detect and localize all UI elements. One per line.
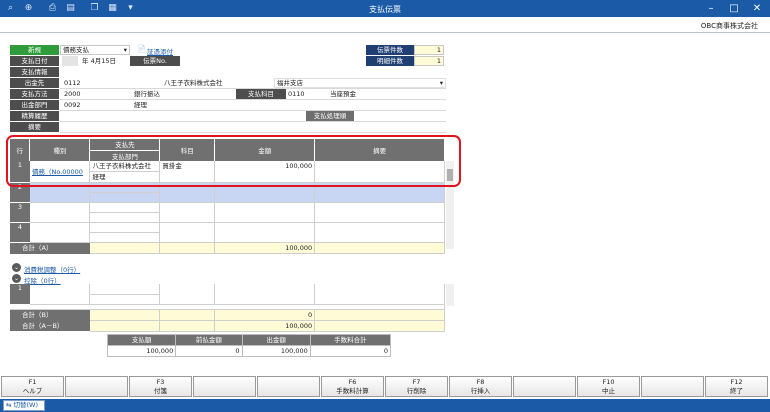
detail-count: 1 [414,56,444,66]
maximize-icon[interactable]: □ [723,1,745,16]
payee-label: 出金先 [10,78,59,88]
title-bar: ⌕ ⊕ ⎙ ▤ ❐ ▦ ▾ 支払伝票 – □ ✕ [0,0,770,17]
total-b-label: 合計（B） [10,309,90,320]
summary-value: 0 [309,345,392,357]
total-ab-label: 合計（A－B） [10,320,90,331]
total-ab-value: 100,000 [214,320,316,332]
expand-icon[interactable]: ⌄ [12,263,21,272]
process-order-button[interactable]: 支払処理順 [306,111,354,121]
attach-link[interactable]: 証憑添付 [147,46,173,56]
table-row[interactable]: 3 [10,202,445,223]
summary-header: 出金額 [241,334,311,346]
settle-history-label: 精算履歴 [10,111,59,121]
f8-button[interactable]: F8 行挿入 [449,376,512,397]
new-label: 新規 [10,45,59,55]
f1-button[interactable]: F1 ヘルプ [1,376,64,397]
total-b-value: 0 [214,309,316,321]
era-field[interactable] [62,56,78,66]
status-bar: ⇆ 切替(W) [0,399,770,412]
switch-button[interactable]: ⇆ 切替(W) [3,400,45,411]
highlight-frame [6,135,461,187]
summary-header: 前払金額 [175,334,243,346]
memo-label: 摘要 [10,122,59,132]
table-row[interactable]: 1 [10,284,445,305]
pay-date-label: 支払日付 [10,56,59,66]
company-name: OBC商事株式会社 [700,22,758,30]
pay-date-field[interactable]: 年 4月15日 [80,56,116,66]
f9-button[interactable] [513,376,576,397]
table-row[interactable]: 4 [10,222,445,243]
total-a-value: 100,000 [214,242,316,254]
detail-count-label: 明細件数 [366,56,414,66]
pay-info-label: 支払情報 [10,67,59,77]
close-icon[interactable]: ✕ [746,1,768,16]
slip-count: 1 [414,45,444,55]
total-a-row: 合計（A） 100,000 [10,242,445,254]
f3-button[interactable]: F3 付箋 [129,376,192,397]
slip-type-select[interactable]: 債務支払 ▾ [60,45,130,55]
slip-count-label: 伝票件数 [366,45,414,55]
f6-button[interactable]: F6 手数料計算 [321,376,384,397]
account-label: 支払科目 [236,89,286,99]
deduction-grid: 1 合計（B） 0 合計（A－B） 100,000 [10,284,445,332]
divider [0,32,770,33]
account-name: 当座預金 [330,90,356,98]
row-number: 3 [10,202,30,223]
f7-button[interactable]: F7 行削除 [385,376,448,397]
tax-adjust-link[interactable]: 消費税調整（0行） [24,264,80,274]
dept-code-field[interactable]: 0092 [62,100,81,110]
summary-value: 100,000 [106,345,177,357]
summary-header: 手数料合計 [309,334,392,346]
attach-icon: 📄 [137,45,146,53]
account-code-field[interactable]: 0110 [286,89,305,99]
method-label: 支払方法 [10,89,59,99]
summary-header: 支払額 [106,334,177,346]
minimize-icon[interactable]: – [700,1,722,16]
total-b-row: 合計（B） 0 [10,309,445,321]
deduction-scrollbar[interactable] [446,284,454,306]
f10-button[interactable]: F10 中止 [577,376,640,397]
f4-button[interactable] [193,376,256,397]
total-a-label: 合計（A） [10,242,90,254]
dept-label: 出金部門 [10,100,59,110]
payee-code-field[interactable]: 0112 [62,78,81,88]
dept-name: 経理 [134,101,147,109]
f11-button[interactable] [641,376,704,397]
summary-table: 支払額 前払金額 出金額 手数料合計 100,000 0 100,000 0 [106,334,392,357]
total-ab-row: 合計（A－B） 100,000 [10,320,445,332]
expand-icon[interactable]: ⌄ [12,274,21,283]
method-name: 銀行振込 [134,90,160,98]
slip-no-label: 伝票No. [130,56,180,66]
summary-value: 100,000 [241,345,311,357]
method-code-field[interactable]: 2000 [62,89,81,99]
summary-value: 0 [175,345,243,357]
f2-button[interactable] [65,376,128,397]
f5-button[interactable] [257,376,320,397]
row-number: 4 [10,222,30,243]
branch-select[interactable]: 福井支店 ▾ [274,78,446,88]
f12-button[interactable]: F12 終了 [705,376,768,397]
row-number: 1 [10,284,30,305]
payee-name: 八王子衣料株式会社 [164,79,223,87]
window-title: 支払伝票 [369,5,401,14]
